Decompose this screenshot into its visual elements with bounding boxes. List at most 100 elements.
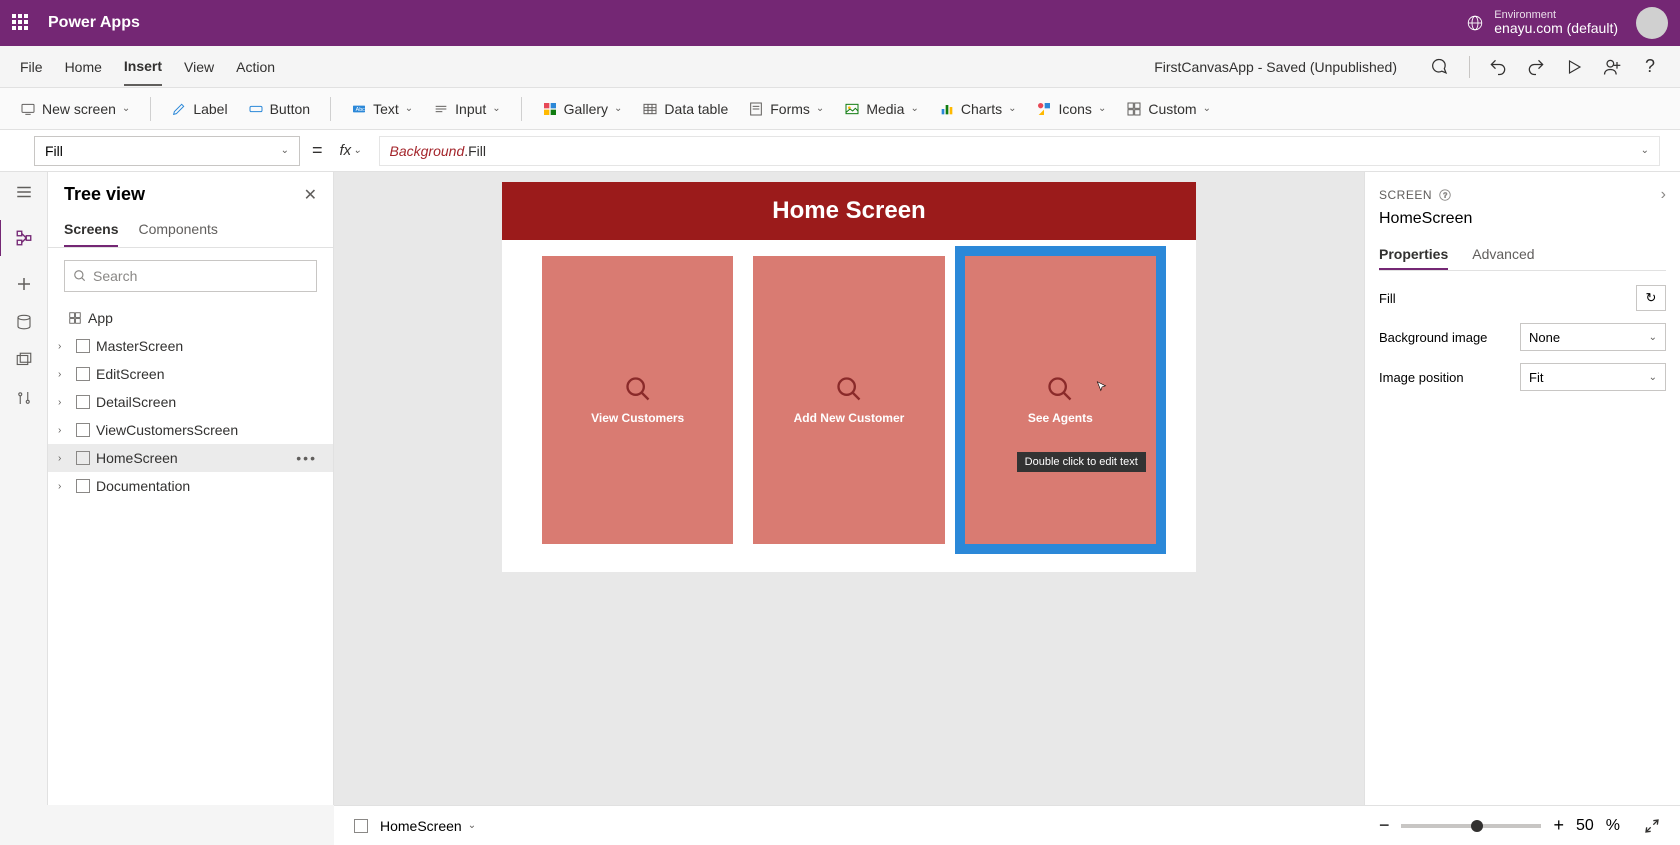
fx-label[interactable]: fx⌄	[335, 136, 367, 166]
zoom-slider[interactable]	[1401, 824, 1541, 828]
hamburger-icon[interactable]	[14, 182, 34, 202]
menu-action[interactable]: Action	[236, 49, 275, 85]
bottom-checkbox[interactable]	[354, 819, 368, 833]
element-type: SCREEN	[1379, 188, 1432, 202]
tree-item-master[interactable]: ›MasterScreen	[48, 332, 333, 360]
menu-file[interactable]: File	[20, 49, 43, 85]
tree-search-placeholder: Search	[93, 268, 137, 284]
close-icon[interactable]: ✕	[304, 185, 317, 205]
fit-to-screen-icon[interactable]	[1644, 818, 1660, 834]
share-icon[interactable]	[1602, 57, 1622, 77]
media-label: Media	[866, 101, 904, 117]
zoom-in-button[interactable]: +	[1553, 815, 1564, 836]
undo-icon[interactable]	[1488, 57, 1508, 77]
label-button[interactable]: Label	[171, 101, 227, 117]
tree-item-label: MasterScreen	[96, 338, 183, 354]
tree-item-app[interactable]: App	[48, 304, 333, 332]
charts-icon	[939, 101, 955, 117]
card-view-customers[interactable]: View Customers	[542, 256, 733, 544]
tab-advanced[interactable]: Advanced	[1472, 240, 1534, 270]
tree-item-viewcustomers[interactable]: ›ViewCustomersScreen	[48, 416, 333, 444]
charts-button[interactable]: Charts⌄	[939, 101, 1017, 117]
cursor-icon	[1095, 380, 1109, 394]
bottom-screen-name: HomeScreen	[380, 818, 462, 834]
chevron-right-icon[interactable]: ›	[1661, 186, 1666, 204]
ribbon: New screen⌄ Label Button Abc Text⌄ Input…	[0, 88, 1680, 130]
properties-panel: SCREEN ? › HomeScreen Properties Advance…	[1364, 172, 1680, 805]
play-icon[interactable]	[1564, 57, 1584, 77]
zoom-value: 50	[1576, 817, 1594, 835]
data-icon[interactable]	[14, 312, 34, 332]
button-icon	[248, 101, 264, 117]
new-screen-label: New screen	[42, 101, 116, 117]
tab-screens[interactable]: Screens	[64, 213, 118, 247]
magnifier-icon	[624, 375, 652, 403]
more-icon[interactable]: •••	[296, 450, 317, 466]
tree-view-icon[interactable]	[0, 220, 47, 256]
help-icon[interactable]: ?	[1438, 188, 1452, 202]
environment-picker[interactable]: Environment enayu.com (default)	[1466, 9, 1618, 36]
icons-icon	[1036, 101, 1052, 117]
fill-color-button[interactable]: ↻	[1636, 285, 1666, 311]
edit-icon	[171, 101, 187, 117]
formula-prop: .Fill	[464, 143, 486, 159]
prop-bgimage-label: Background image	[1379, 330, 1487, 345]
menu-insert[interactable]: Insert	[124, 48, 162, 86]
forms-button[interactable]: Forms⌄	[748, 101, 824, 117]
tools-icon[interactable]	[14, 388, 34, 408]
property-selector[interactable]: Fill ⌄	[34, 136, 300, 166]
tree-item-edit[interactable]: ›EditScreen	[48, 360, 333, 388]
gallery-icon	[542, 101, 558, 117]
imgpos-value: Fit	[1529, 370, 1543, 385]
custom-button[interactable]: Custom⌄	[1126, 101, 1211, 117]
media-button[interactable]: Media⌄	[844, 101, 919, 117]
environment-label: Environment	[1494, 9, 1618, 21]
gallery-button[interactable]: Gallery⌄	[542, 101, 623, 117]
bgimage-select[interactable]: None⌄	[1520, 323, 1666, 351]
tree-item-label: ViewCustomersScreen	[96, 422, 238, 438]
app-launcher-icon[interactable]	[12, 14, 30, 32]
menu-home[interactable]: Home	[65, 49, 102, 85]
tree-search-input[interactable]: Search	[64, 260, 317, 292]
tree-panel: Tree view ✕ Screens Components Search Ap…	[48, 172, 334, 805]
canvas-area[interactable]: Home Screen View Customers Add New Custo…	[334, 172, 1364, 805]
menu-view[interactable]: View	[184, 49, 214, 85]
text-button[interactable]: Abc Text⌄	[351, 101, 413, 117]
search-icon	[73, 269, 87, 283]
screen-title[interactable]: Home Screen	[502, 182, 1196, 240]
tree-item-documentation[interactable]: ›Documentation	[48, 472, 333, 500]
new-screen-button[interactable]: New screen⌄	[20, 101, 130, 117]
help-icon[interactable]: ?	[1640, 57, 1660, 77]
media-icon	[844, 101, 860, 117]
add-icon[interactable]	[14, 274, 34, 294]
app-title: Power Apps	[48, 14, 140, 32]
tree-item-label: EditScreen	[96, 366, 164, 382]
formula-input[interactable]: Background.Fill ⌄	[379, 136, 1660, 166]
media-rail-icon[interactable]	[14, 350, 34, 370]
tree-item-detail[interactable]: ›DetailScreen	[48, 388, 333, 416]
svg-text:?: ?	[1443, 192, 1447, 199]
data-table-button[interactable]: Data table	[642, 101, 728, 117]
input-button[interactable]: Input⌄	[433, 101, 501, 117]
imgpos-select[interactable]: Fit⌄	[1520, 363, 1666, 391]
property-name: Fill	[45, 143, 63, 159]
card-label: View Customers	[591, 411, 684, 425]
card-see-agents[interactable]: See Agents Double click to edit text	[965, 256, 1156, 544]
bottom-screen-select[interactable]: HomeScreen ⌄	[380, 818, 476, 834]
canvas-screen[interactable]: Home Screen View Customers Add New Custo…	[502, 182, 1196, 572]
formula-var: Background	[390, 143, 465, 159]
app-checker-icon[interactable]	[1431, 57, 1451, 77]
tab-properties[interactable]: Properties	[1379, 240, 1448, 270]
tree-item-homescreen[interactable]: ›HomeScreen•••	[48, 444, 333, 472]
forms-icon	[748, 101, 764, 117]
text-icon: Abc	[351, 101, 367, 117]
icons-button[interactable]: Icons⌄	[1036, 101, 1106, 117]
tab-components[interactable]: Components	[138, 213, 217, 247]
card-add-customer[interactable]: Add New Customer	[753, 256, 944, 544]
tree-item-label: Documentation	[96, 478, 190, 494]
zoom-out-button[interactable]: −	[1379, 815, 1390, 836]
user-avatar[interactable]	[1636, 7, 1668, 39]
magnifier-icon	[835, 375, 863, 403]
button-button[interactable]: Button	[248, 101, 310, 117]
redo-icon[interactable]	[1526, 57, 1546, 77]
